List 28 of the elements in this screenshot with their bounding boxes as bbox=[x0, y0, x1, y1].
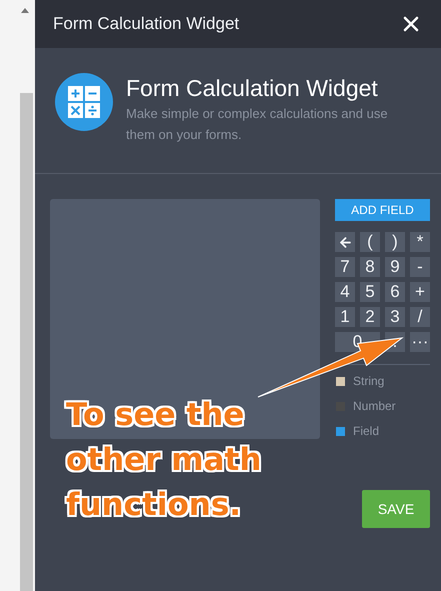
calculator-key[interactable]: * bbox=[410, 232, 430, 252]
calculator-key[interactable]: 2 bbox=[360, 307, 380, 327]
widget-title: Form Calculation Widget bbox=[126, 74, 379, 103]
calculator-key[interactable]: 1 bbox=[335, 307, 355, 327]
calculator-key[interactable]: ( bbox=[360, 232, 380, 252]
widget-description: Make simple or complex calculations and use them on your forms. bbox=[126, 105, 389, 144]
calculator-key[interactable]: + bbox=[410, 282, 430, 302]
add-field-button[interactable]: ADD FIELD bbox=[335, 199, 430, 221]
annotation-text: To see the other math functions. bbox=[66, 396, 262, 525]
calculator-key[interactable]: 5 bbox=[360, 282, 380, 302]
calculator-key[interactable]: 3 bbox=[385, 307, 405, 327]
window-title: Form Calculation Widget bbox=[53, 13, 240, 36]
calculator-key[interactable]: 9 bbox=[385, 257, 405, 277]
calculator-key[interactable]: - bbox=[410, 257, 430, 277]
calculator-key[interactable]: / bbox=[410, 307, 430, 327]
legend-label: Field bbox=[353, 423, 380, 440]
calculator-key[interactable]: 4 bbox=[335, 282, 355, 302]
scrollbar[interactable] bbox=[20, 93, 33, 591]
scroll-up-icon[interactable] bbox=[21, 7, 29, 13]
calculator-key[interactable]: 7 bbox=[335, 257, 355, 277]
calculator-key[interactable]: 8 bbox=[360, 257, 380, 277]
backspace-key[interactable] bbox=[335, 232, 355, 252]
legend-label: String bbox=[353, 373, 384, 390]
legend-label: Number bbox=[353, 398, 396, 415]
calculator-key[interactable]: ) bbox=[385, 232, 405, 252]
calculator-key[interactable]: 6 bbox=[385, 282, 405, 302]
formula-field[interactable] bbox=[50, 199, 320, 439]
calculator-key[interactable]: ··· bbox=[410, 332, 430, 352]
